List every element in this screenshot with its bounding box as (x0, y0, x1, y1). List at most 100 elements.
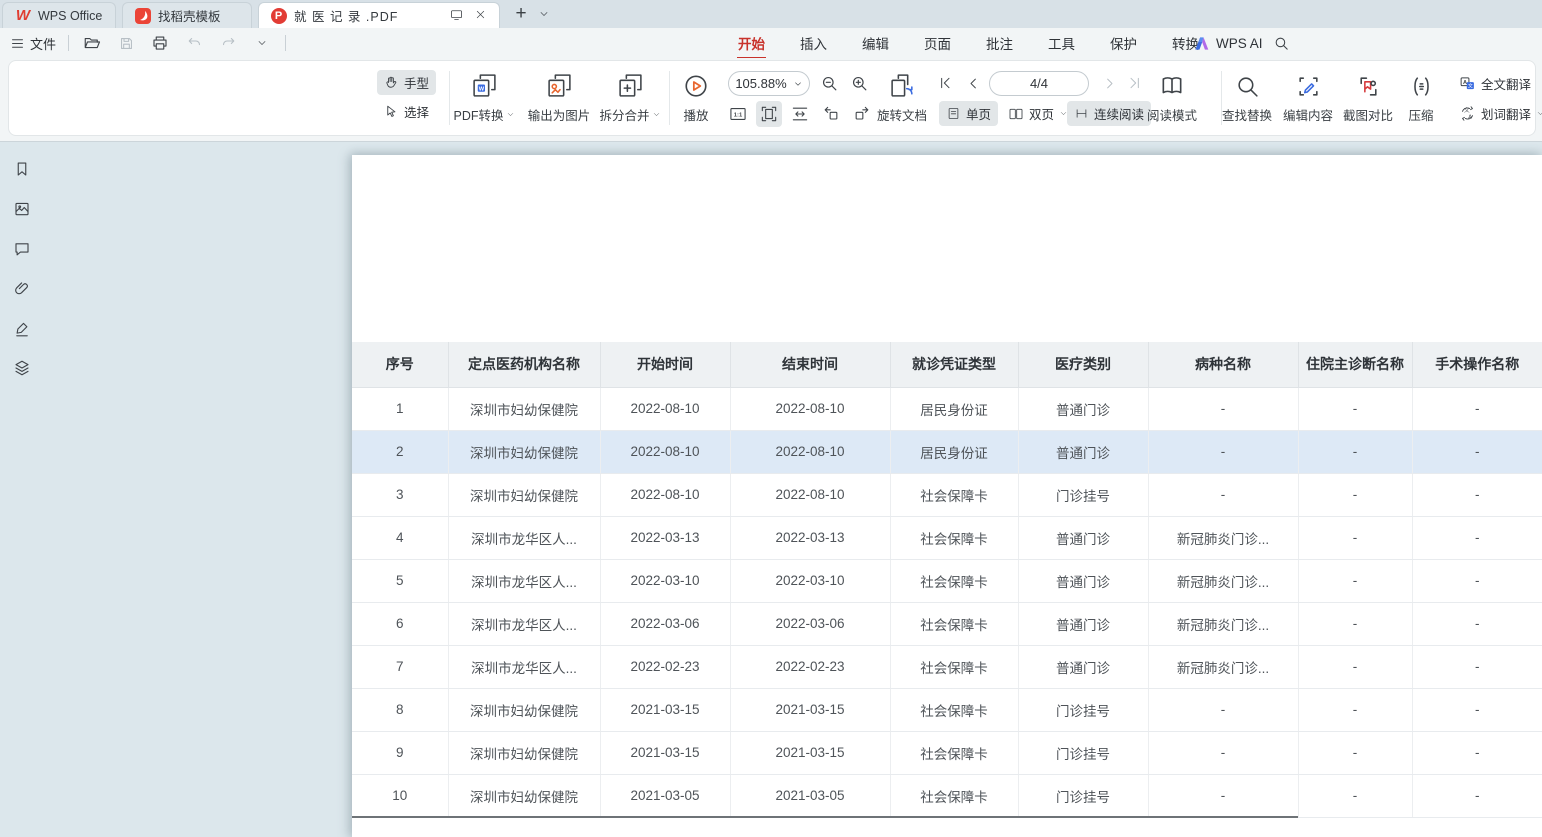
menu-item-开始[interactable]: 开始 (733, 31, 770, 55)
comment-icon[interactable] (12, 239, 32, 259)
single-page-icon (946, 106, 961, 121)
close-tab-icon[interactable] (474, 8, 487, 24)
read-mode-button[interactable]: 阅读模式 (1139, 67, 1205, 124)
menu-item-工具[interactable]: 工具 (1043, 31, 1080, 55)
file-menu-button[interactable]: 文件 (10, 34, 56, 53)
pdf-convert-button[interactable]: W PDF转换 (445, 67, 523, 124)
table-row[interactable]: 5深圳市龙华区人...2022-03-102022-03-10社会保障卡普通门诊… (352, 559, 1542, 602)
compress-button[interactable]: 压缩 (1400, 67, 1442, 124)
table-row[interactable]: 6深圳市龙华区人...2022-03-062022-03-06社会保障卡普通门诊… (352, 602, 1542, 645)
pdf-file-icon: P (271, 8, 287, 24)
table-cell: 2022-03-13 (730, 516, 890, 559)
table-row[interactable]: 7深圳市龙华区人...2022-02-232022-02-23社会保障卡普通门诊… (352, 645, 1542, 688)
first-page-icon[interactable] (935, 73, 955, 93)
menu-item-插入[interactable]: 插入 (795, 31, 832, 55)
fit-width-button[interactable] (787, 101, 813, 127)
double-page-button[interactable]: 双页 (1001, 101, 1075, 126)
table-cell: - (1148, 387, 1298, 430)
screenshot-compare-button[interactable]: 截图对比 (1336, 67, 1400, 124)
previous-page-icon[interactable] (963, 73, 983, 93)
signature-icon[interactable] (12, 319, 32, 339)
table-cell: 深圳市龙华区人... (448, 602, 600, 645)
ribbon-panel: 手型 选择 W (8, 60, 1536, 136)
open-file-icon[interactable] (81, 32, 103, 54)
table-cell: 深圳市妇幼保健院 (448, 688, 600, 731)
layers-icon[interactable] (12, 358, 32, 378)
menu-search-icon[interactable] (1270, 32, 1292, 54)
table-row[interactable]: 4深圳市龙华区人...2022-03-132022-03-13社会保障卡普通门诊… (352, 516, 1542, 559)
split-merge-button[interactable]: 拆分合并 (589, 67, 671, 124)
table-row[interactable]: 1深圳市妇幼保健院2022-08-102022-08-10居民身份证普通门诊--… (352, 387, 1542, 430)
table-row[interactable]: 3深圳市妇幼保健院2022-08-102022-08-10社会保障卡门诊挂号--… (352, 473, 1542, 516)
table-cell: 2 (352, 430, 448, 473)
zoom-level-select[interactable]: 105.88% (728, 71, 810, 96)
tab-docer-templates[interactable]: 找稻壳模板 (122, 2, 252, 28)
menu-item-编辑[interactable]: 编辑 (857, 31, 894, 55)
table-cell: 2021-03-05 (600, 774, 730, 817)
rotate-document-icon (889, 72, 916, 99)
table-cell: 普通门诊 (1018, 645, 1148, 688)
next-page-icon[interactable] (1099, 73, 1119, 93)
pdf-page[interactable]: 序号定点医药机构名称开始时间结束时间就诊凭证类型医疗类别病种名称住院主诊断名称手… (352, 155, 1542, 837)
word-translate-label: 划词翻译 (1481, 104, 1531, 123)
edit-content-button[interactable]: 编辑内容 (1276, 67, 1340, 124)
table-cell: 2022-03-06 (730, 602, 890, 645)
table-cell: 8 (352, 688, 448, 731)
table-cell: - (1148, 774, 1298, 817)
rotate-document-label: 旋转文档 (877, 105, 927, 124)
print-icon[interactable] (149, 32, 171, 54)
tab-document-pdf[interactable]: P 就 医 记 录 .PDF (258, 2, 500, 28)
zoom-out-icon[interactable] (819, 73, 839, 93)
table-cell: 2021-03-15 (730, 731, 890, 774)
zoom-in-icon[interactable] (849, 73, 869, 93)
table-cell: - (1298, 473, 1412, 516)
table-cell: 2022-08-10 (600, 387, 730, 430)
full-text-translate-button[interactable]: A 文 全文翻译 (1452, 71, 1538, 96)
tab-wps-office[interactable]: W WPS Office (2, 2, 116, 28)
rotate-left-button[interactable] (818, 101, 844, 127)
undo-redo-chevron-icon[interactable] (251, 32, 273, 54)
attachment-icon[interactable] (12, 279, 32, 299)
wps-ai-button[interactable]: WPS AI (1193, 28, 1263, 58)
table-cell: 门诊挂号 (1018, 473, 1148, 516)
select-tool-button[interactable]: 选择 (377, 99, 436, 124)
table-row[interactable]: 9深圳市妇幼保健院2021-03-152021-03-15社会保障卡门诊挂号--… (352, 731, 1542, 774)
bookmark-icon[interactable] (12, 159, 32, 179)
redo-icon[interactable] (217, 32, 239, 54)
fit-page-button[interactable] (756, 101, 782, 127)
thumbnail-icon[interactable] (12, 199, 32, 219)
present-to-screen-icon[interactable] (449, 7, 464, 25)
menu-bar: 文件 开始插入编辑页面批注工具保护转换 (0, 28, 1542, 58)
table-cell: 2021-03-15 (600, 688, 730, 731)
table-header-row: 序号定点医药机构名称开始时间结束时间就诊凭证类型医疗类别病种名称住院主诊断名称手… (352, 342, 1542, 387)
table-cell: - (1412, 774, 1542, 817)
table-row[interactable]: 2深圳市妇幼保健院2022-08-102022-08-10居民身份证普通门诊--… (352, 430, 1542, 473)
menu-item-页面[interactable]: 页面 (919, 31, 956, 55)
table-cell: - (1412, 387, 1542, 430)
compress-icon (1409, 74, 1434, 99)
table-cell: 2022-02-23 (600, 645, 730, 688)
hand-tool-button[interactable]: 手型 (377, 70, 436, 95)
table-cell: 深圳市龙华区人... (448, 559, 600, 602)
undo-icon[interactable] (183, 32, 205, 54)
single-page-label: 单页 (966, 104, 991, 123)
table-cell: - (1298, 602, 1412, 645)
single-page-button[interactable]: 单页 (939, 101, 998, 126)
tab-list-chevron-icon[interactable] (534, 0, 554, 28)
menu-item-批注[interactable]: 批注 (981, 31, 1018, 55)
word-translate-button[interactable]: 文 A 划词翻译 (1452, 101, 1542, 126)
compress-label: 压缩 (1408, 105, 1433, 124)
play-button[interactable]: 播放 (676, 67, 716, 124)
find-replace-button[interactable]: 查找替换 (1215, 67, 1279, 124)
save-icon[interactable] (115, 32, 137, 54)
table-bottom-border (352, 816, 1298, 818)
menu-item-保护[interactable]: 保护 (1105, 31, 1142, 55)
table-row[interactable]: 8深圳市妇幼保健院2021-03-152021-03-15社会保障卡门诊挂号--… (352, 688, 1542, 731)
table-row[interactable]: 10深圳市妇幼保健院2021-03-052021-03-05社会保障卡门诊挂号-… (352, 774, 1542, 817)
actual-size-button[interactable]: 1:1 (725, 101, 751, 127)
edit-content-label: 编辑内容 (1283, 105, 1333, 124)
rotate-document-button[interactable]: 旋转文档 (869, 67, 935, 124)
page-number-input[interactable] (989, 71, 1089, 96)
new-tab-button[interactable]: + (508, 0, 534, 28)
table-cell: - (1412, 559, 1542, 602)
